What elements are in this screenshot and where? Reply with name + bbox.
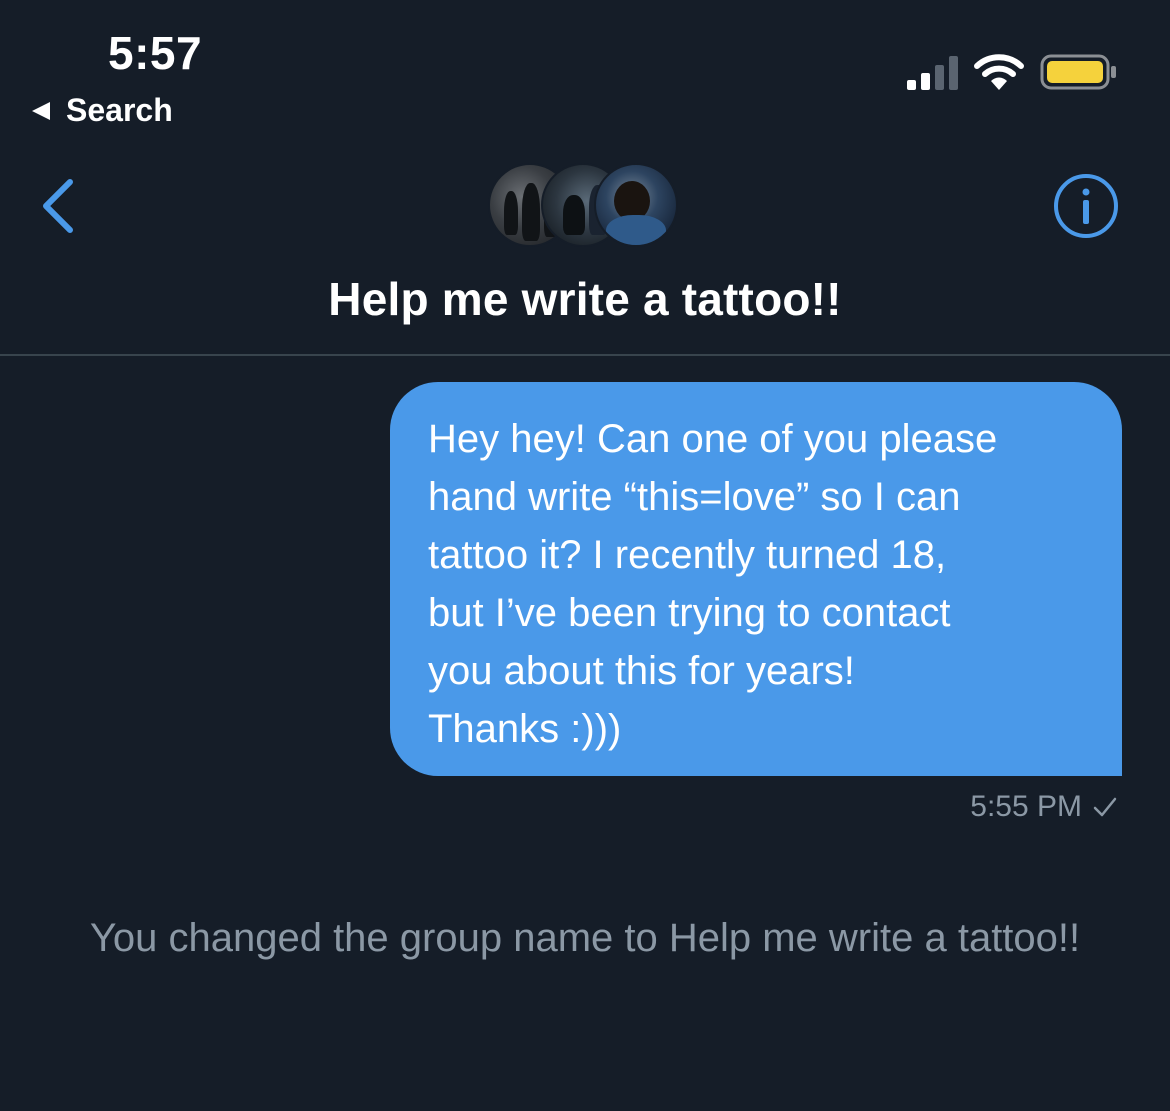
status-time: 5:57: [108, 27, 203, 79]
battery-icon: [1040, 54, 1116, 90]
checkmark-icon: [1093, 797, 1117, 817]
conversation-title: Help me write a tattoo!!: [328, 273, 842, 325]
message-bubble[interactable]: Hey hey! Can one of you please hand writ…: [390, 382, 1122, 776]
chevron-left-icon[interactable]: [34, 174, 84, 238]
back-to-search-label: Search: [66, 92, 173, 128]
avatar: [594, 163, 678, 247]
cellular-signal-icon: [907, 56, 958, 90]
wifi-icon: [974, 54, 1024, 90]
status-bar: 5:57 Search: [0, 0, 1170, 140]
message-list[interactable]: Hey hey! Can one of you please hand writ…: [0, 356, 1170, 1111]
back-triangle-icon: [32, 101, 50, 120]
group-avatars[interactable]: [488, 163, 678, 247]
message-timestamp: 5:55 PM: [970, 790, 1082, 823]
conversation-header: Help me write a tattoo!!: [0, 140, 1170, 356]
info-icon[interactable]: [1052, 172, 1120, 240]
message-meta: 5:55 PM: [970, 790, 1118, 824]
back-to-search-link[interactable]: Search: [32, 92, 173, 129]
group-name-change-note: You changed the group name to Help me wr…: [89, 916, 1081, 960]
